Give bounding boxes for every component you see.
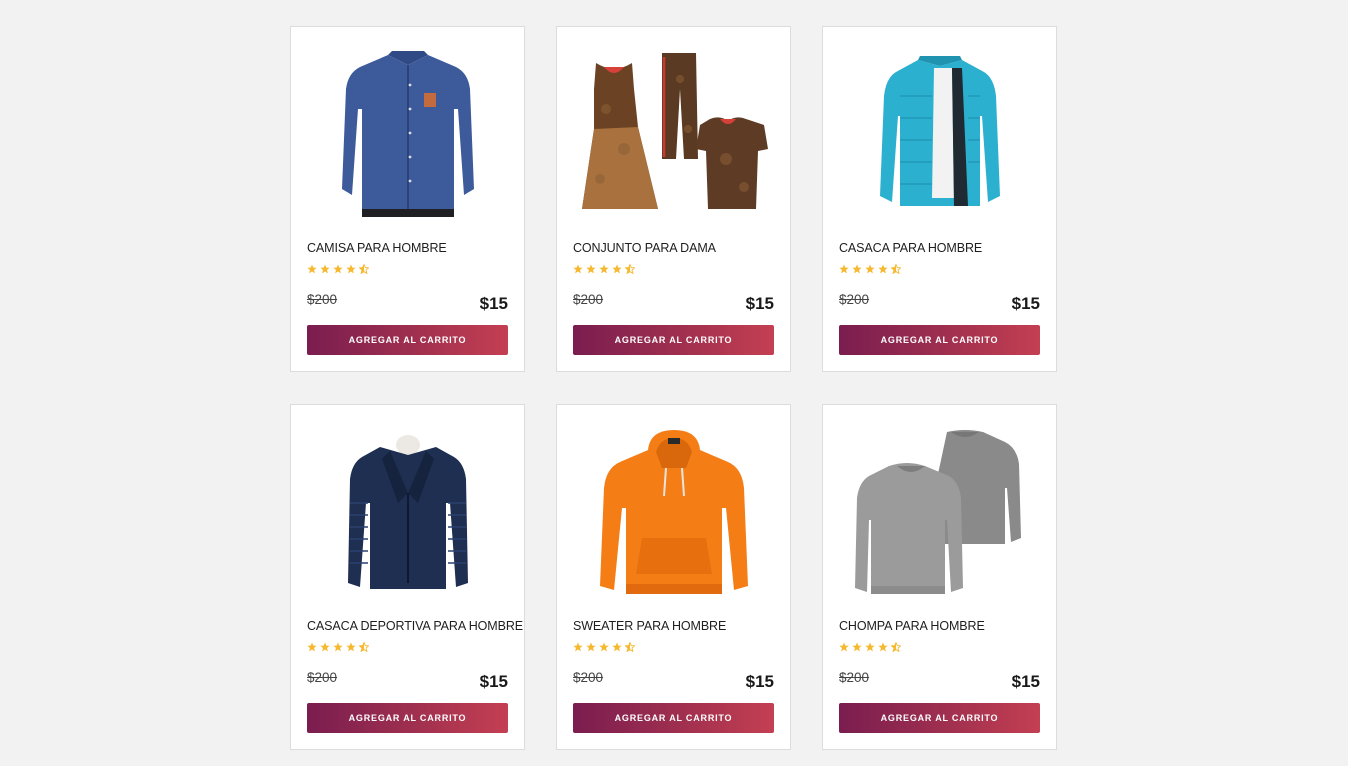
old-price: $200 bbox=[573, 670, 604, 685]
star-icon bbox=[307, 264, 317, 274]
product-name[interactable]: SWEATER PARA HOMBRE bbox=[573, 619, 726, 633]
navy-jacket-image[interactable] bbox=[307, 415, 509, 611]
add-to-cart-button[interactable]: AGREGAR AL CARRITO bbox=[573, 325, 774, 355]
star-icon bbox=[612, 264, 622, 274]
add-to-cart-button[interactable]: AGREGAR AL CARRITO bbox=[839, 325, 1040, 355]
product-card: CAMISA PARA HOMBRE $200 $15 AGREGAR AL C… bbox=[290, 26, 525, 372]
add-to-cart-button[interactable]: AGREGAR AL CARRITO bbox=[839, 703, 1040, 733]
old-price: $200 bbox=[307, 292, 338, 307]
product-card: CASACA DEPORTIVA PARA HOMBRE $200 $15 AG… bbox=[290, 404, 525, 750]
product-name[interactable]: CHOMPA PARA HOMBRE bbox=[839, 619, 985, 633]
old-price: $200 bbox=[839, 292, 870, 307]
current-price: $15 bbox=[479, 672, 508, 691]
product-grid: CAMISA PARA HOMBRE $200 $15 AGREGAR AL C… bbox=[290, 26, 1057, 750]
product-card: CHOMPA PARA HOMBRE $200 $15 AGREGAR AL C… bbox=[822, 404, 1057, 750]
current-price: $15 bbox=[745, 672, 774, 691]
add-to-cart-button[interactable]: AGREGAR AL CARRITO bbox=[307, 325, 508, 355]
star-half-icon bbox=[625, 264, 635, 274]
cyan-jacket-image[interactable] bbox=[839, 37, 1041, 233]
star-icon bbox=[599, 264, 609, 274]
star-icon bbox=[865, 642, 875, 652]
star-icon bbox=[599, 642, 609, 652]
star-icon bbox=[320, 642, 330, 652]
product-card: CONJUNTO PARA DAMA $200 $15 AGREGAR AL C… bbox=[556, 26, 791, 372]
add-to-cart-button[interactable]: AGREGAR AL CARRITO bbox=[573, 703, 774, 733]
old-price: $200 bbox=[839, 670, 870, 685]
womens-set-image[interactable] bbox=[573, 37, 775, 233]
rating-stars bbox=[307, 264, 369, 275]
rating-stars bbox=[573, 264, 635, 275]
star-half-icon bbox=[891, 264, 901, 274]
rating-stars bbox=[839, 264, 901, 275]
star-half-icon bbox=[891, 642, 901, 652]
current-price: $15 bbox=[479, 294, 508, 313]
orange-hoodie-image[interactable] bbox=[573, 415, 775, 611]
star-icon bbox=[333, 264, 343, 274]
star-half-icon bbox=[359, 642, 369, 652]
current-price: $15 bbox=[1011, 294, 1040, 313]
star-icon bbox=[346, 264, 356, 274]
rating-stars bbox=[307, 642, 369, 653]
rating-stars bbox=[839, 642, 901, 653]
star-icon bbox=[878, 264, 888, 274]
star-icon bbox=[839, 642, 849, 652]
star-icon bbox=[865, 264, 875, 274]
star-icon bbox=[878, 642, 888, 652]
rating-stars bbox=[573, 642, 635, 653]
product-card: SWEATER PARA HOMBRE $200 $15 AGREGAR AL … bbox=[556, 404, 791, 750]
star-icon bbox=[573, 264, 583, 274]
blue-shirt-image[interactable] bbox=[307, 37, 509, 233]
product-name[interactable]: CONJUNTO PARA DAMA bbox=[573, 241, 716, 255]
product-name[interactable]: CASACA DEPORTIVA PARA HOMBRE bbox=[307, 619, 523, 633]
old-price: $200 bbox=[573, 292, 604, 307]
gray-sweater-image[interactable] bbox=[839, 415, 1041, 611]
star-icon bbox=[307, 642, 317, 652]
product-name[interactable]: CAMISA PARA HOMBRE bbox=[307, 241, 447, 255]
star-icon bbox=[320, 264, 330, 274]
star-icon bbox=[586, 264, 596, 274]
star-icon bbox=[839, 264, 849, 274]
product-name[interactable]: CASACA PARA HOMBRE bbox=[839, 241, 982, 255]
star-icon bbox=[852, 264, 862, 274]
star-icon bbox=[586, 642, 596, 652]
star-icon bbox=[612, 642, 622, 652]
star-half-icon bbox=[625, 642, 635, 652]
current-price: $15 bbox=[1011, 672, 1040, 691]
add-to-cart-button[interactable]: AGREGAR AL CARRITO bbox=[307, 703, 508, 733]
star-icon bbox=[346, 642, 356, 652]
star-half-icon bbox=[359, 264, 369, 274]
old-price: $200 bbox=[307, 670, 338, 685]
star-icon bbox=[573, 642, 583, 652]
star-icon bbox=[333, 642, 343, 652]
star-icon bbox=[852, 642, 862, 652]
product-card: CASACA PARA HOMBRE $200 $15 AGREGAR AL C… bbox=[822, 26, 1057, 372]
current-price: $15 bbox=[745, 294, 774, 313]
